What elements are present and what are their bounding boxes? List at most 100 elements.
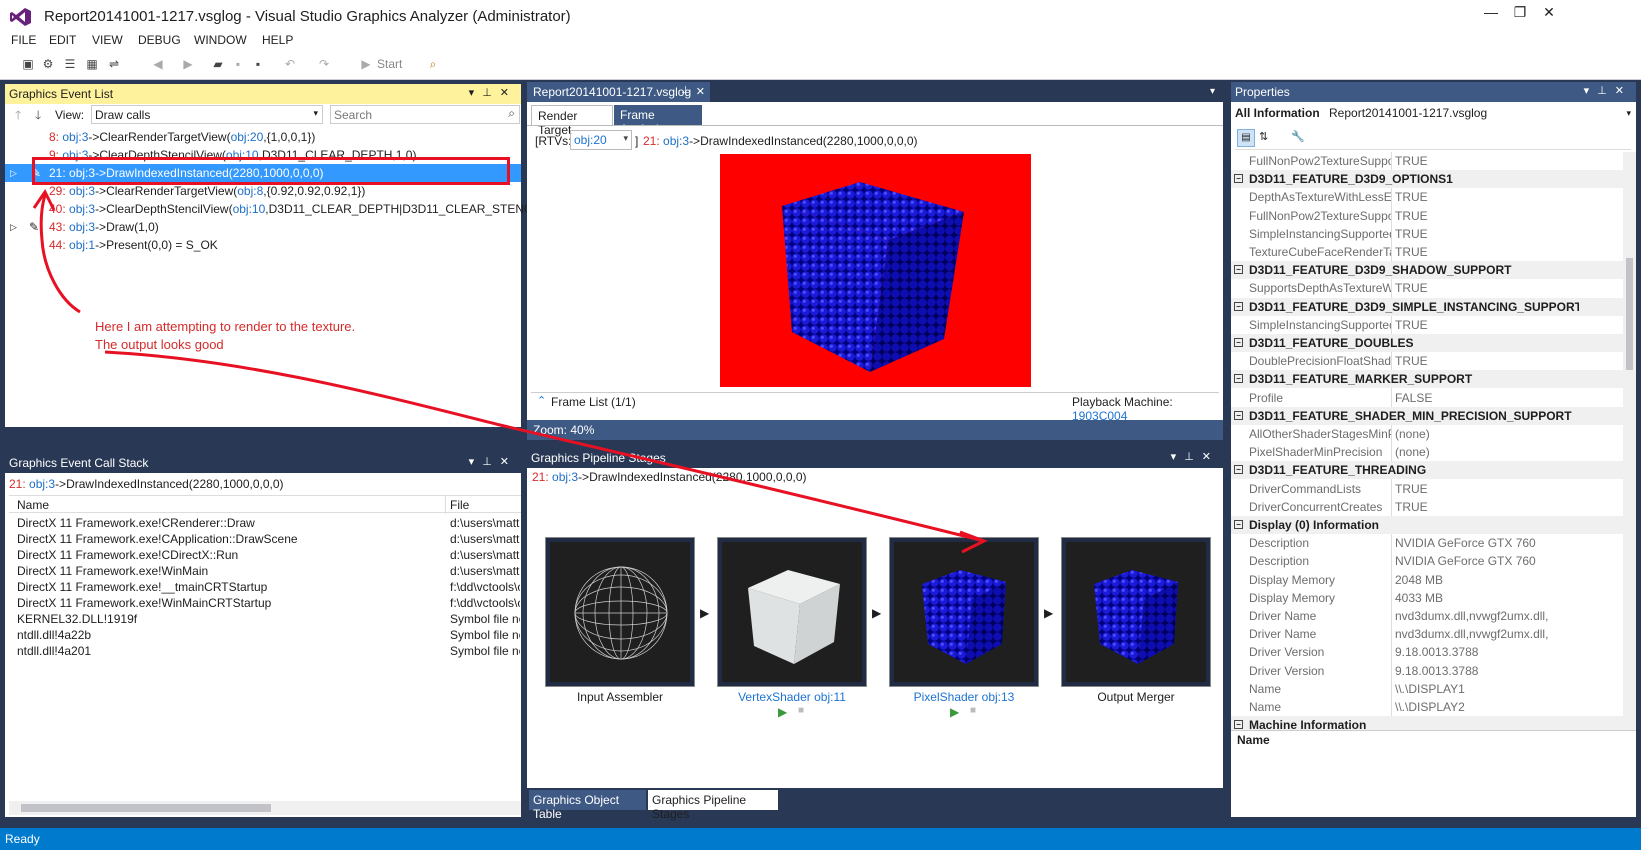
scroll-thumb[interactable] (21, 804, 271, 812)
categorized-icon[interactable]: ▤ (1237, 129, 1255, 147)
event-row-8[interactable]: 8: obj:3->ClearRenderTargetView(obj:20,{… (5, 128, 521, 146)
property-category[interactable]: − D3D11_FEATURE_THREADING (1231, 461, 1623, 480)
property-row[interactable]: Description NVIDIA GeForce GTX 760 (1231, 534, 1623, 552)
collapse-category-icon[interactable]: − (1234, 374, 1243, 384)
property-category[interactable]: − D3D11_FEATURE_DOUBLES (1231, 334, 1623, 352)
property-category[interactable]: − D3D11_FEATURE_D3D9_SIMPLE_INSTANCING_SU… (1231, 297, 1623, 316)
redo-icon[interactable]: ↷ (316, 56, 332, 72)
minimize-button[interactable]: — (1477, 4, 1505, 20)
save-icon[interactable]: ▪ (230, 56, 246, 72)
call-stack-row[interactable]: DirectX 11 Framework.exe!WinMainCRTStart… (5, 595, 521, 611)
close-tab-icon[interactable]: ✕ (696, 85, 705, 98)
forward-icon[interactable]: ▶ (180, 56, 196, 72)
tab-render-target[interactable]: Render Target (531, 105, 613, 137)
stage-label-pixel-shader[interactable]: PixelShader obj:13 (889, 690, 1039, 704)
property-category[interactable]: − D3D11_FEATURE_SHADER_MIN_PRECISION_SUPP… (1231, 406, 1623, 425)
menu-file[interactable]: FILE (11, 33, 36, 47)
property-row[interactable]: Driver Name nvd3dumx.dll,nvwgf2umx.dll, (1231, 625, 1623, 643)
property-row[interactable]: DriverCommandLists TRUE (1231, 480, 1623, 498)
new-project-icon[interactable]: ▣ (20, 56, 36, 72)
menu-help[interactable]: HELP (262, 33, 293, 47)
pin-icon[interactable]: ⊥ (681, 85, 690, 96)
stage-pixel-shader[interactable] (889, 537, 1039, 687)
property-row[interactable]: FullNonPow2TextureSupported TRUE (1231, 207, 1623, 225)
render-target-image[interactable] (720, 154, 1031, 387)
start-icon[interactable]: ▶ (358, 56, 374, 72)
open-folder-icon[interactable]: ▰ (210, 56, 226, 72)
expand-arrow-icon[interactable]: ▷ (10, 218, 17, 236)
menu-window[interactable]: WINDOW (194, 33, 247, 47)
property-row[interactable]: DriverConcurrentCreates TRUE (1231, 498, 1623, 516)
property-category[interactable]: − Display (0) Information (1231, 516, 1623, 534)
find-icon[interactable]: ⌕ (425, 56, 441, 72)
undo-icon[interactable]: ↶ (282, 56, 298, 72)
event-row-44[interactable]: 44: obj:1->Present(0,0) = S_OK (5, 236, 521, 254)
table-icon[interactable]: ▦ (84, 56, 100, 72)
call-stack-row[interactable]: DirectX 11 Framework.exe!WinMain d:\users… (5, 563, 521, 579)
call-stack-row[interactable]: DirectX 11 Framework.exe!CRenderer::Draw… (5, 515, 521, 531)
tab-overflow-icon[interactable]: ▾ (1210, 86, 1215, 97)
collapse-category-icon[interactable]: − (1234, 465, 1243, 475)
property-row[interactable]: Driver Version 9.18.0013.3788 (1231, 643, 1623, 661)
save-all-icon[interactable]: ▪ (250, 56, 266, 72)
up-arrow-icon[interactable]: 🡑 (15, 106, 21, 127)
event-row-40[interactable]: 40: obj:3->ClearDepthStencilView(obj:10,… (5, 200, 567, 218)
property-row[interactable]: SimpleInstancingSupported TRUE (1231, 225, 1623, 243)
collapse-category-icon[interactable]: − (1234, 720, 1243, 730)
property-row[interactable]: Display Memory 4033 MB (1231, 589, 1623, 607)
back-icon[interactable]: ◀ (150, 56, 166, 72)
list-icon[interactable]: ☰ (62, 56, 78, 72)
panel-pin-close-icon[interactable]: ▾⊥✕ (1171, 450, 1219, 463)
property-row[interactable]: DepthAsTextureWithLessEqualComparisonFil… (1231, 188, 1623, 206)
property-row[interactable]: Profile FALSE (1231, 389, 1623, 407)
document-tab[interactable]: Report20141001-1217.vsglog ⊥ ✕ (527, 82, 710, 102)
close-window-button[interactable]: ✕ (1535, 4, 1563, 21)
panel-pin-close-icon[interactable]: ▾⊥✕ (1584, 84, 1632, 97)
collapse-category-icon[interactable]: − (1234, 265, 1243, 275)
stage-vertex-shader[interactable] (717, 537, 867, 687)
tab-graphics-pipeline-stages[interactable]: Graphics Pipeline Stages (648, 790, 778, 821)
tab-graphics-object-table[interactable]: Graphics Object Table (529, 790, 646, 821)
collapse-category-icon[interactable]: − (1234, 301, 1243, 311)
panel-pin-close-icon[interactable]: ▾⊥✕ (469, 86, 517, 99)
property-row[interactable]: Description NVIDIA GeForce GTX 760 (1231, 552, 1623, 570)
collapse-category-icon[interactable]: − (1234, 410, 1243, 420)
collapse-category-icon[interactable]: − (1234, 174, 1243, 184)
event-row-29[interactable]: 29: obj:3->ClearRenderTargetView(obj:8,{… (5, 182, 521, 200)
property-row[interactable]: Name \\.\DISPLAY2 (1231, 698, 1623, 716)
collapse-category-icon[interactable]: − (1234, 338, 1243, 347)
play-icon[interactable]: ▶ (778, 705, 787, 719)
property-row[interactable]: Driver Version 9.18.0013.3788 (1231, 662, 1623, 680)
zoom-level[interactable]: Zoom: 40% (533, 423, 594, 437)
start-button[interactable]: Start (377, 57, 402, 71)
property-category[interactable]: − D3D11_FEATURE_D3D9_SHADOW_SUPPORT (1231, 261, 1623, 280)
stage-input-assembler[interactable] (545, 537, 695, 687)
search-input[interactable]: Search ⌕ (330, 105, 520, 124)
property-row[interactable]: SupportsDepthAsTextureWithLessEqualCompa… (1231, 279, 1623, 297)
property-category[interactable]: − Machine Information (1231, 716, 1623, 730)
stage-label-vertex-shader[interactable]: VertexShader obj:11 (717, 690, 867, 704)
property-category[interactable]: − D3D11_FEATURE_D3D9_OPTIONS1 (1231, 170, 1623, 189)
maximize-button[interactable]: ❐ (1506, 4, 1534, 21)
col-file[interactable]: File (450, 498, 469, 512)
play-icon[interactable]: ▶ (950, 705, 959, 719)
menu-edit[interactable]: EDIT (49, 33, 76, 47)
property-row[interactable]: Display Memory 2048 MB (1231, 571, 1623, 589)
scroll-thumb[interactable] (1626, 258, 1633, 370)
collapse-chevron-icon[interactable]: ⌃ (537, 394, 546, 407)
expand-arrow-icon[interactable]: ▷ (10, 164, 17, 182)
col-name[interactable]: Name (17, 498, 49, 512)
stop-icon[interactable]: ■ (970, 705, 976, 716)
call-stack-row[interactable]: ntdll.dll!4a22b Symbol file no (5, 627, 521, 643)
property-row[interactable]: Driver Name nvd3dumx.dll,nvwgf2umx.dll, (1231, 607, 1623, 625)
rtvs-dropdown[interactable]: obj:20 ▾ (570, 130, 632, 150)
properties-object-selector[interactable]: All Information Report20141001-1217.vsgl… (1235, 106, 1631, 124)
property-row[interactable]: FullNonPow2TextureSupport TRUE (1231, 152, 1623, 170)
stage-output-merger[interactable] (1061, 537, 1211, 687)
panel-pin-close-icon[interactable]: ▾⊥✕ (469, 455, 517, 468)
collapse-category-icon[interactable]: − (1234, 520, 1243, 529)
property-row[interactable]: DoublePrecisionFloatShaderOps TRUE (1231, 352, 1623, 370)
open-file-icon[interactable]: ⚙ (40, 56, 56, 72)
call-stack-row[interactable]: ntdll.dll!4a201 Symbol file no (5, 643, 521, 659)
property-row[interactable]: SimpleInstancingSupported TRUE (1231, 316, 1623, 334)
